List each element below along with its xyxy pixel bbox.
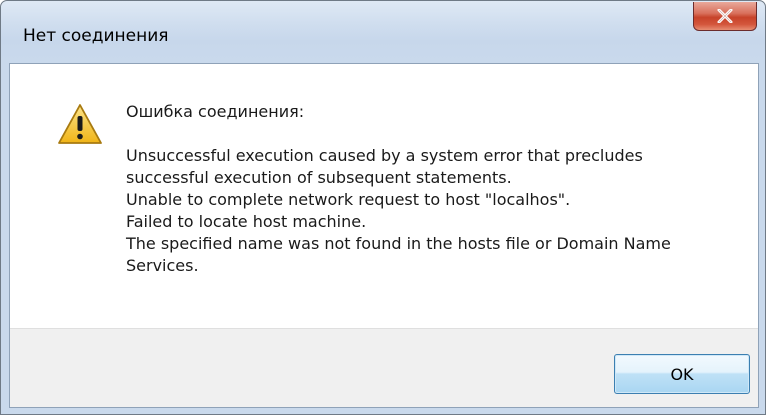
dialog-title: Нет соединения	[23, 26, 169, 46]
title-bar[interactable]: Нет соединения	[1, 1, 765, 63]
close-button[interactable]	[693, 2, 757, 31]
close-icon	[717, 9, 733, 23]
error-dialog-window: Нет соединения Ошибка соединения: Unsucc…	[0, 0, 766, 415]
button-bar: OK	[10, 328, 758, 407]
message-line: Unsuccessful execution caused by a syste…	[126, 146, 643, 165]
message-line: Services.	[126, 256, 199, 275]
dialog-body: Ошибка соединения: Unsuccessful executio…	[9, 63, 759, 408]
warning-icon	[58, 104, 102, 144]
message-heading: Ошибка соединения:	[126, 102, 305, 121]
message-line: Unable to complete network request to ho…	[126, 190, 571, 209]
message-area: Ошибка соединения: Unsuccessful executio…	[10, 64, 758, 328]
ok-button[interactable]: OK	[614, 354, 750, 394]
message-line: Failed to locate host machine.	[126, 212, 367, 231]
message-line: successful execution of subsequent state…	[126, 168, 512, 187]
message-line: The specified name was not found in the …	[126, 234, 671, 253]
message-text: Ошибка соединения: Unsuccessful executio…	[126, 101, 746, 277]
